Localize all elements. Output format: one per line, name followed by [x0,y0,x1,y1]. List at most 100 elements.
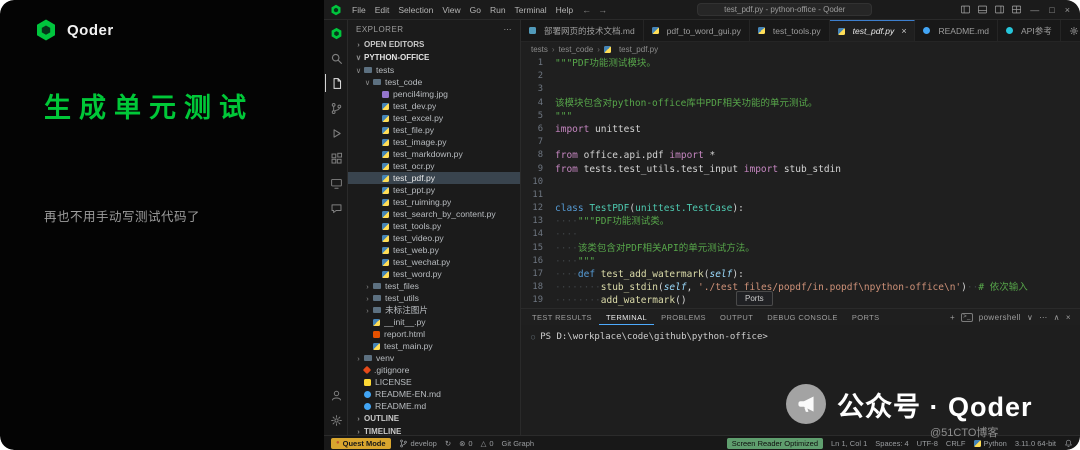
panel-tab-ports[interactable]: PORTS [845,309,887,325]
editor-tab[interactable]: 部署网页的技术文档.md [521,20,644,41]
tree-item[interactable]: ∨ test_code [348,76,520,88]
tree-item[interactable]: test_main.py [348,340,520,352]
tree-item[interactable]: › 未标注图片 [348,304,520,316]
search-icon[interactable] [325,49,347,67]
tree-item[interactable]: LICENSE [348,376,520,388]
tree-item[interactable]: test_file.py [348,124,520,136]
close-window-icon[interactable]: × [1063,5,1072,15]
tree-item[interactable]: test_markdown.py [348,148,520,160]
editor-tab[interactable]: pdf_to_word_gui.py [644,20,750,41]
editor-tab[interactable]: test_pdf.py × [829,20,916,41]
customize-layout-icon[interactable] [1011,4,1022,15]
errors[interactable]: ⊗ 0 [459,439,472,448]
panel-tab-output[interactable]: OUTPUT [713,309,760,325]
tree-item[interactable]: test_web.py [348,244,520,256]
tree-item[interactable]: .gitignore [348,364,520,376]
toggle-panel-icon[interactable] [977,4,988,15]
warnings[interactable]: △ 0 [481,439,494,448]
qoder-settings-icon[interactable] [1069,26,1079,36]
python-interpreter[interactable]: 3.11.0 64-bit [1015,439,1056,448]
git-branch[interactable]: develop [399,439,437,448]
shell-name[interactable]: powershell [979,313,1021,322]
minimize-icon[interactable]: — [1028,5,1041,15]
tree-item[interactable]: › venv [348,352,520,364]
run-debug-icon[interactable] [325,124,347,142]
qoder-icon[interactable] [325,24,347,42]
panel-tab-problems[interactable]: PROBLEMS [654,309,713,325]
panel-tab-debug-console[interactable]: DEBUG CONSOLE [760,309,845,325]
back-icon[interactable]: ← [580,5,593,15]
tree-item[interactable]: test_pdf.py [348,172,520,184]
explorer-icon[interactable] [324,74,347,92]
breadcrumb-item[interactable]: test_code [559,45,594,54]
quest-mode-badge[interactable]: ● Quest Mode [331,437,391,449]
maximize-icon[interactable]: □ [1047,5,1056,15]
code-editor[interactable]: 1 """PDF功能测试模块。 2 3 4 该模块包含对python-office库中PD… [521,56,1080,308]
forward-icon[interactable]: → [596,5,609,15]
tree-item[interactable]: README.md [348,400,520,412]
tree-item[interactable]: __init__.py [348,316,520,328]
maximize-panel-icon[interactable]: ∧ [1054,313,1060,322]
menu-edit[interactable]: Edit [371,5,394,15]
editor-tab[interactable]: API参考 [998,20,1061,41]
tree-item[interactable]: test_word.py [348,268,520,280]
outline-section[interactable]: › OUTLINE [348,412,520,425]
settings-icon[interactable] [325,411,347,429]
indentation[interactable]: Spaces: 4 [875,439,908,448]
tree-item[interactable]: README-EN.md [348,388,520,400]
tree-item[interactable]: test_image.py [348,136,520,148]
source-control-icon[interactable] [325,99,347,117]
menu-run[interactable]: Run [486,5,510,15]
tree-item[interactable]: test_search_by_content.py [348,208,520,220]
tree-item[interactable]: › test_files [348,280,520,292]
breadcrumb-item[interactable]: test_pdf.py [619,45,658,54]
panel-tab-terminal[interactable]: TERMINAL [599,309,654,325]
panel-tab-test-results[interactable]: TEST RESULTS [525,309,599,325]
editor-tab[interactable]: test_tools.py [750,20,830,41]
panel-more-icon[interactable]: ⋯ [1039,313,1047,322]
tree-item[interactable]: test_tools.py [348,220,520,232]
tree-item[interactable]: test_ruiming.py [348,196,520,208]
close-panel-icon[interactable]: × [1066,313,1071,322]
toggle-sidebar-icon[interactable] [960,4,971,15]
tree-item[interactable]: report.html [348,328,520,340]
breadcrumb-item[interactable]: tests [531,45,548,54]
toggle-secondary-sidebar-icon[interactable] [994,4,1005,15]
menu-view[interactable]: View [438,5,464,15]
chat-icon[interactable] [325,199,347,217]
tree-item[interactable]: › test_utils [348,292,520,304]
tree-item[interactable]: pencil4img.jpg [348,88,520,100]
menu-selection[interactable]: Selection [394,5,437,15]
tab-label: test_pdf.py [852,26,895,36]
new-terminal-icon[interactable]: + [950,313,955,322]
more-actions-icon[interactable]: ⋯ [504,25,513,34]
menu-terminal[interactable]: Terminal [511,5,551,15]
open-editors-section[interactable]: › OPEN EDITORS [348,38,520,51]
qoder-logo-icon [34,18,58,42]
cursor-position[interactable]: Ln 1, Col 1 [831,439,867,448]
menu-file[interactable]: File [348,5,370,15]
line-number: 9 [537,163,543,174]
tree-item[interactable]: test_dev.py [348,100,520,112]
close-icon[interactable]: × [901,26,906,36]
tree-item[interactable]: test_excel.py [348,112,520,124]
remote-explorer-icon[interactable] [325,174,347,192]
window-title[interactable]: test_pdf.py - python-office - Qoder [697,3,873,16]
tree-item[interactable]: ∨ tests [348,64,520,76]
chevron-down-icon[interactable]: ∨ [1027,313,1033,322]
tree-item[interactable]: test_ocr.py [348,160,520,172]
tree-item[interactable]: test_video.py [348,232,520,244]
notifications[interactable] [1064,439,1073,448]
project-root[interactable]: ∨ PYTHON-OFFICE [348,51,520,64]
menu-help[interactable]: Help [552,5,577,15]
menu-go[interactable]: Go [466,5,485,15]
editor-tab[interactable]: README.md [915,20,999,41]
screen-reader-badge[interactable]: Screen Reader Optimized [726,437,824,449]
account-icon[interactable] [325,386,347,404]
tree-item[interactable]: test_wechat.py [348,256,520,268]
git-graph[interactable]: Git Graph [502,439,535,448]
python-file-icon [382,162,389,170]
sync-changes[interactable]: ↻ [445,439,451,448]
tree-item[interactable]: test_ppt.py [348,184,520,196]
extensions-icon[interactable] [325,149,347,167]
